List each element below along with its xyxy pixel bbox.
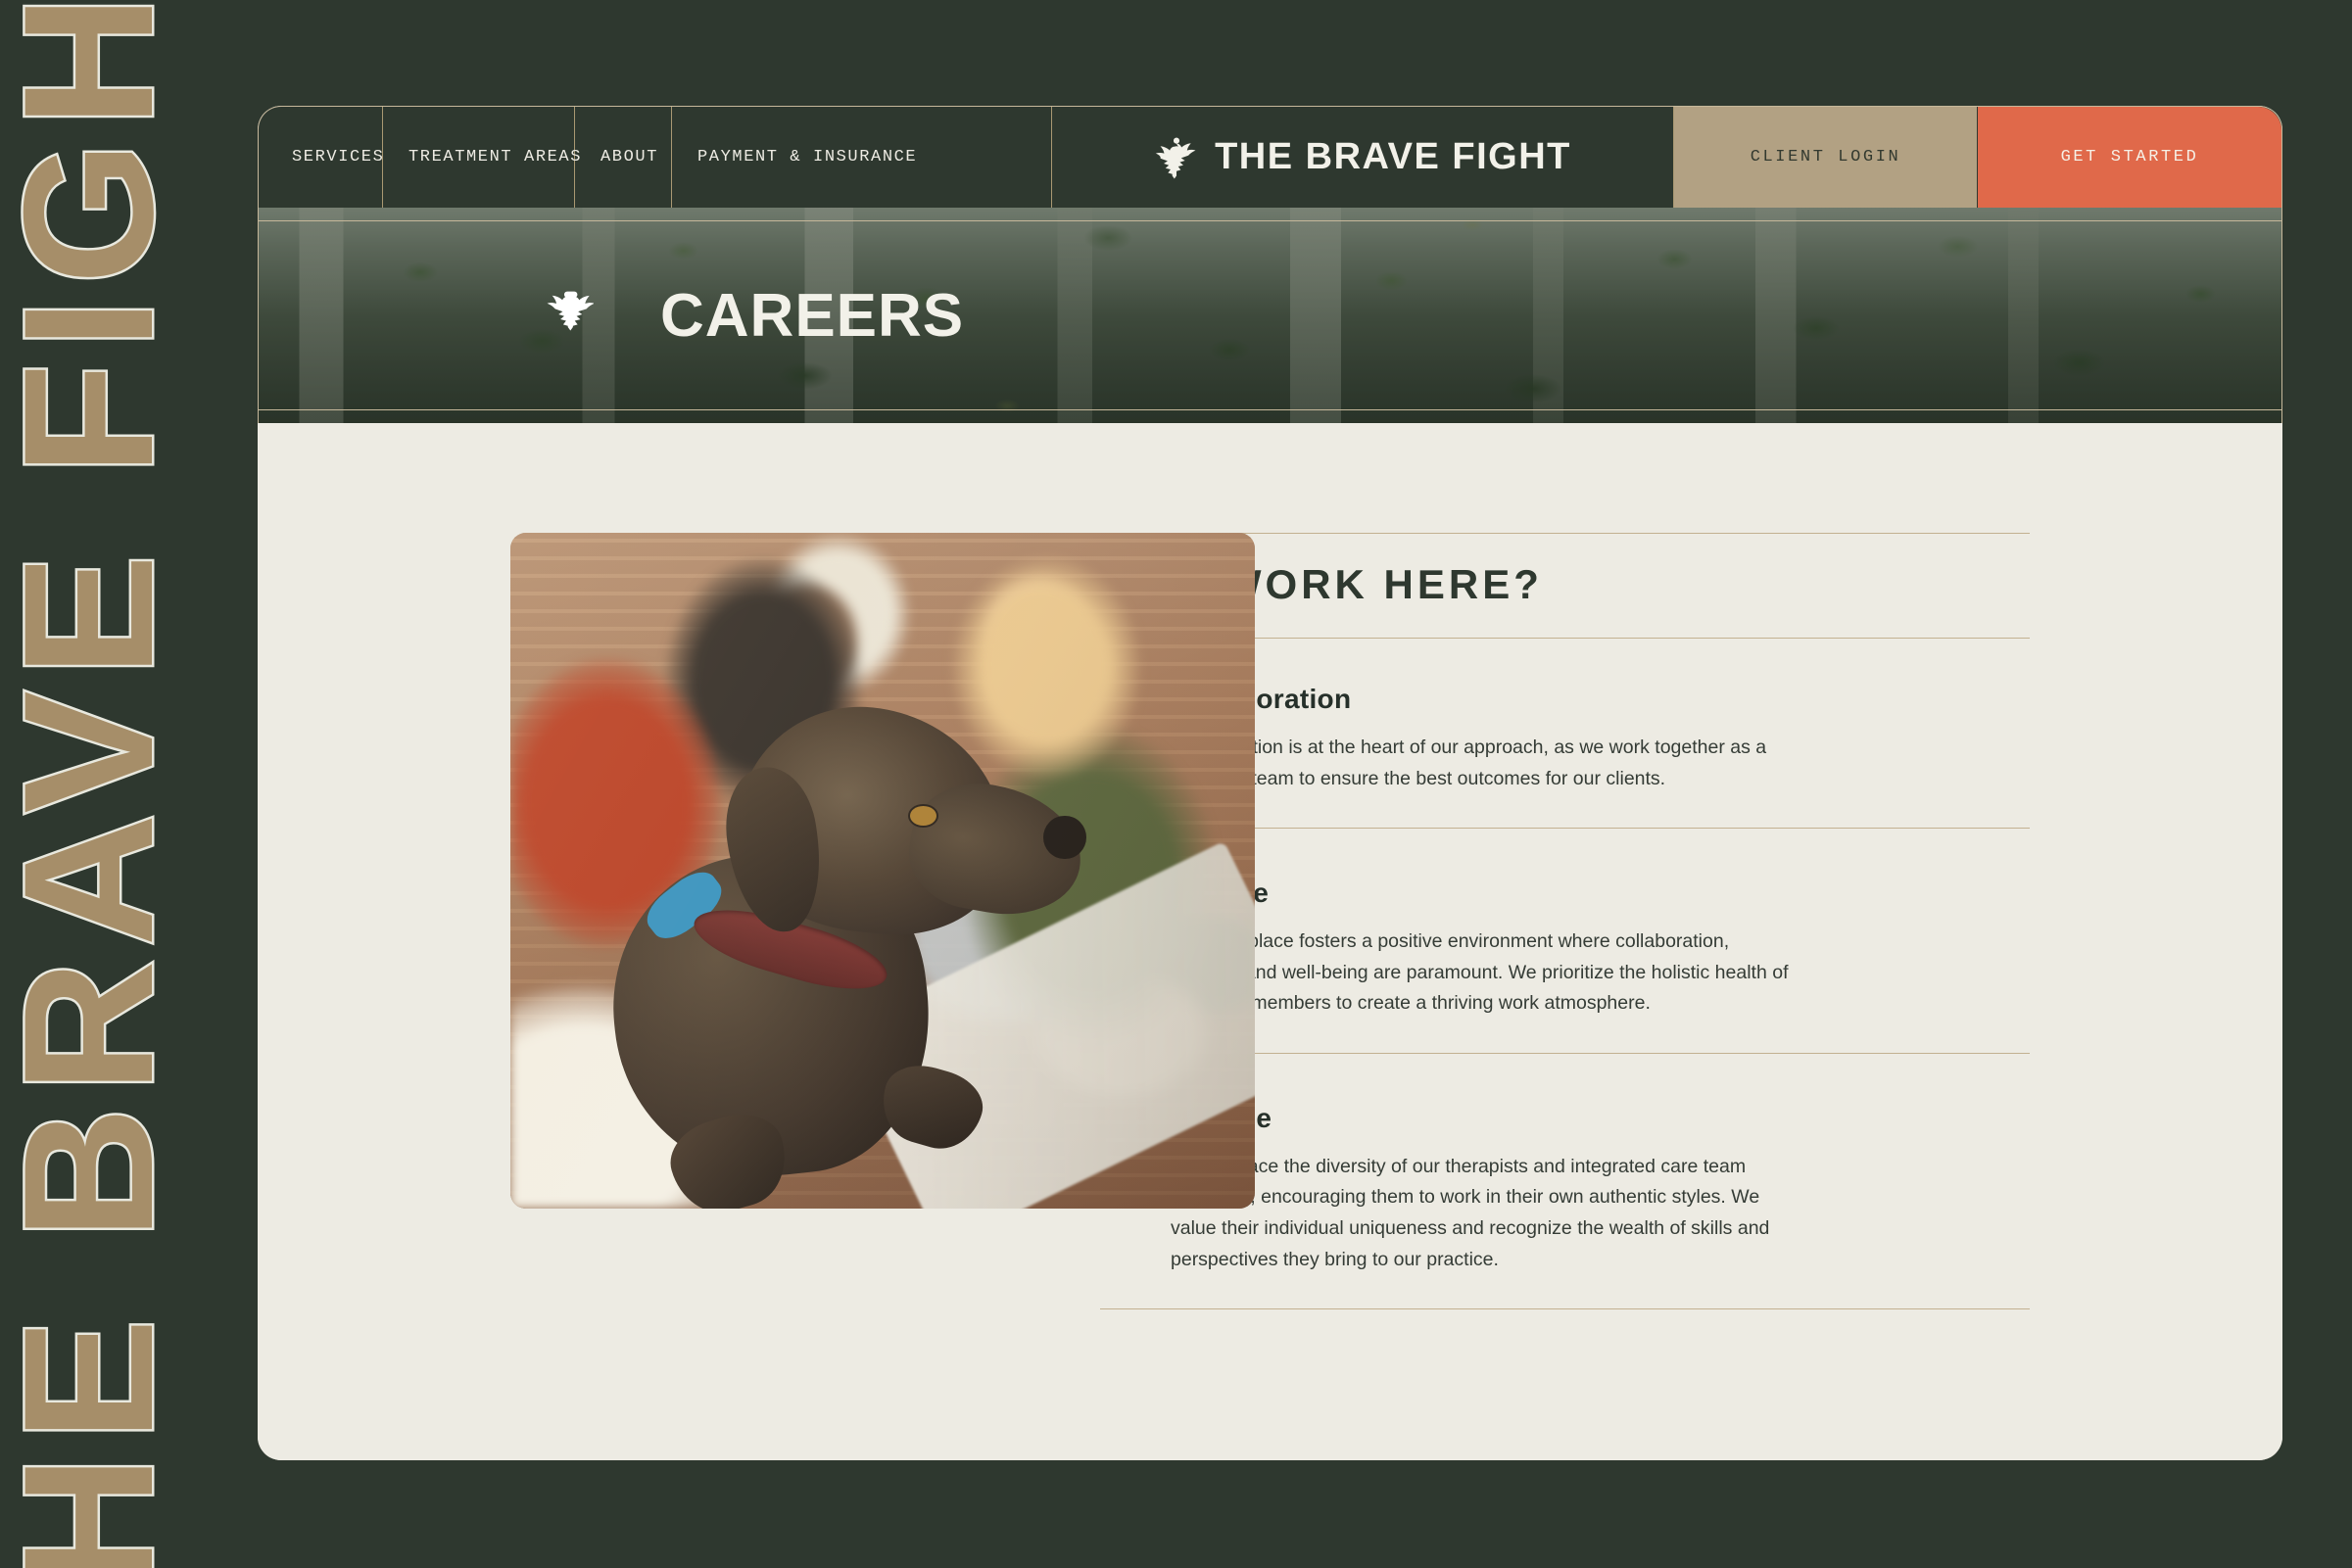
nav-link-payment-insurance[interactable]: PAYMENT & INSURANCE xyxy=(672,107,1052,208)
site-card: SERVICES TREATMENT AREAS ABOUT PAYMENT &… xyxy=(258,106,2282,1460)
site-logo-text: THE BRAVE FIGHT xyxy=(1215,136,1571,177)
site-logo[interactable]: THE BRAVE FIGHT xyxy=(1052,107,1674,208)
vertical-brand-marquee: THE BRAVE FIGHT xyxy=(0,0,176,1568)
photo-column xyxy=(258,533,1255,1460)
get-started-button[interactable]: GET STARTED xyxy=(1978,107,2281,208)
client-login-button[interactable]: CLIENT LOGIN xyxy=(1674,107,1978,208)
page-root: THE BRAVE FIGHT SERVICES TREATMENT AREAS… xyxy=(0,0,2352,1568)
nav-link-treatment-areas-label: TREATMENT AREAS xyxy=(408,148,583,166)
client-login-label: CLIENT LOGIN xyxy=(1750,148,1901,166)
eagle-star-icon xyxy=(547,291,594,331)
value-body-collaboration: Collaboration is at the heart of our app… xyxy=(1171,736,1767,789)
main-content: WHY WORK HERE? Collaboration Collaborati… xyxy=(258,423,2282,1460)
page-hero: CAREERS xyxy=(258,208,2282,423)
nav-link-services[interactable]: SERVICES xyxy=(259,107,383,208)
careers-team-photo xyxy=(510,533,1255,1209)
nav-link-about-label: ABOUT xyxy=(600,148,659,166)
value-body-culture: Our workplace fosters a positive environ… xyxy=(1171,930,1789,1015)
nav-link-treatment-areas[interactable]: TREATMENT AREAS xyxy=(383,107,580,208)
get-started-label: GET STARTED xyxy=(2060,148,2199,166)
nav-link-services-label: SERVICES xyxy=(292,148,385,166)
eagle-logo-icon xyxy=(1155,137,1196,179)
nav-link-payment-insurance-label: PAYMENT & INSURANCE xyxy=(697,148,918,166)
page-title: CAREERS xyxy=(660,281,965,350)
nav-link-about[interactable]: ABOUT xyxy=(575,107,672,208)
value-body-diverse: We embrace the diversity of our therapis… xyxy=(1171,1155,1770,1270)
values-column: WHY WORK HERE? Collaboration Collaborati… xyxy=(1100,533,2282,1460)
rule-after-diverse xyxy=(1100,1308,2030,1310)
vertical-brand-text: THE BRAVE FIGHT xyxy=(0,0,176,1568)
main-navigation: SERVICES TREATMENT AREAS ABOUT PAYMENT &… xyxy=(258,106,2282,208)
